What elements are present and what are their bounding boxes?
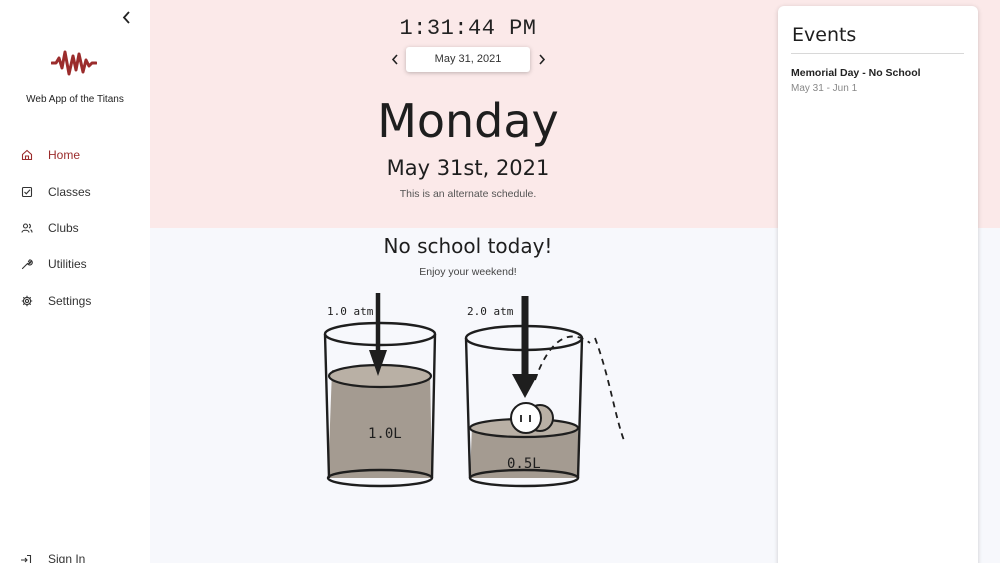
event-item[interactable]: Memorial Day - No School May 31 - Jun 1 <box>791 67 971 94</box>
chevron-right-icon <box>539 54 546 65</box>
event-dates: May 31 - Jun 1 <box>791 83 858 94</box>
left-volume-label: 1.0L <box>368 426 402 442</box>
home-icon <box>20 149 33 162</box>
right-volume-label: 0.5L <box>507 456 541 472</box>
events-panel: Events Memorial Day - No School May 31 -… <box>778 6 978 563</box>
sidebar-item-label: Settings <box>48 293 92 308</box>
sign-in-button[interactable]: Sign In <box>0 547 150 563</box>
collapse-sidebar-button[interactable] <box>118 8 134 26</box>
sidebar-item-home[interactable]: Home <box>0 137 150 173</box>
sidebar-item-utilities[interactable]: Utilities <box>0 246 150 282</box>
divider <box>791 53 964 54</box>
day-name: Monday <box>377 94 559 148</box>
left-beaker: 1.0 atm 1.0L <box>323 293 437 488</box>
chevron-left-icon <box>391 54 398 65</box>
previous-day-button[interactable] <box>388 52 402 67</box>
logo <box>51 50 97 76</box>
sign-in-label: Sign In <box>48 552 86 563</box>
sidebar-item-settings[interactable]: Settings <box>0 283 150 319</box>
schedule-note: This is an alternate schedule. <box>399 188 537 200</box>
clock: 1:31:44 PM <box>399 16 537 41</box>
date-picker-field[interactable]: May 31, 2021 <box>406 47 530 72</box>
checkbox-icon <box>20 185 33 198</box>
sidebar-nav: Home Classes Clubs Utilities Settings <box>0 137 150 319</box>
no-school-subline: Enjoy your weekend! <box>419 266 517 278</box>
wrench-icon <box>20 258 33 271</box>
sidebar-item-clubs[interactable]: Clubs <box>0 210 150 246</box>
event-name: Memorial Day - No School <box>791 67 921 79</box>
sidebar-item-classes[interactable]: Classes <box>0 173 150 209</box>
no-school-headline: No school today! <box>383 234 553 258</box>
sidebar: Web App of the Titans Home Classes Clubs… <box>0 0 150 563</box>
gear-icon <box>20 294 33 307</box>
sidebar-item-label: Home <box>48 148 81 163</box>
date-picker: May 31, 2021 <box>385 47 551 72</box>
app-name: Web App of the Titans <box>26 94 124 105</box>
events-title: Events <box>792 24 857 46</box>
left-pressure-label: 1.0 atm <box>327 305 374 318</box>
next-day-button[interactable] <box>535 52 549 67</box>
right-pressure-label: 2.0 atm <box>467 305 514 318</box>
chevron-left-icon <box>122 10 130 24</box>
full-date: May 31st, 2021 <box>386 156 550 180</box>
boyle-law-illustration: 1.0 atm 1.0L 2.0 atm 0.5L <box>323 293 626 488</box>
sidebar-item-label: Utilities <box>48 257 87 272</box>
right-beaker: 2.0 atm 0.5L <box>464 296 626 488</box>
users-icon <box>20 221 33 234</box>
sign-in-icon <box>20 553 33 563</box>
sidebar-item-label: Classes <box>48 184 91 199</box>
sidebar-item-label: Clubs <box>48 220 79 235</box>
